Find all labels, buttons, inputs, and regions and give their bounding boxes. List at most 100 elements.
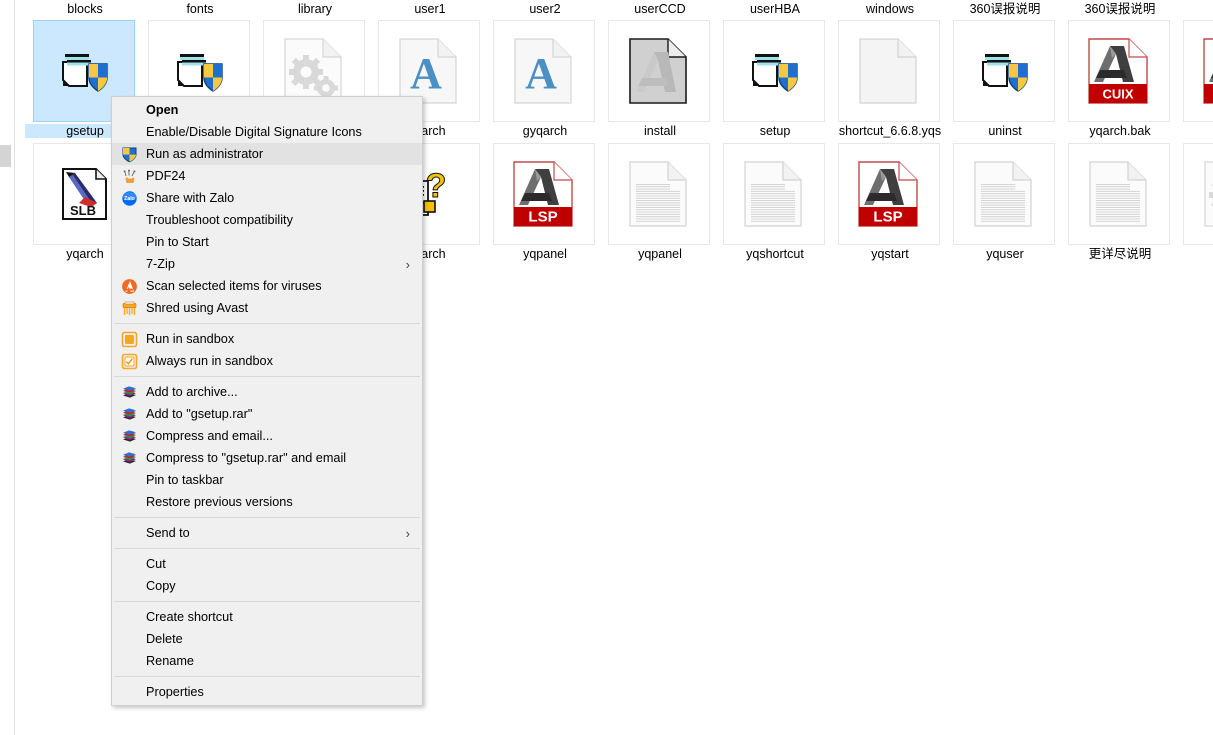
menu-item-icon-placeholder — [120, 630, 138, 648]
sandbox-icon — [120, 330, 138, 348]
menu-item[interactable]: Open — [112, 99, 422, 121]
file-tile-box[interactable] — [723, 143, 825, 245]
menu-item-icon-placeholder — [120, 652, 138, 670]
file-tile-box[interactable]: CUIX — [1068, 20, 1170, 122]
menu-item[interactable]: Run as administrator — [112, 143, 422, 165]
menu-item[interactable]: Always run in sandbox — [112, 350, 422, 372]
menu-item[interactable]: Run in sandbox — [112, 328, 422, 350]
lsp-icon: LSP — [854, 159, 924, 229]
menu-item-label: Cut — [146, 557, 166, 571]
menu-item-label: Delete — [146, 632, 183, 646]
submenu-chevron-icon: › — [405, 256, 410, 272]
file-label: user1 — [414, 2, 446, 16]
menu-item-icon-placeholder — [120, 577, 138, 595]
menu-separator — [114, 517, 420, 518]
autodesk-a-icon — [624, 36, 694, 106]
lsp-icon: LSP — [509, 159, 579, 229]
file-tile-box[interactable]: A — [493, 20, 595, 122]
file-tile-box[interactable] — [838, 20, 940, 122]
menu-item-label: Rename — [146, 654, 194, 668]
menu-item-label: Create shortcut — [146, 610, 233, 624]
svg-text:A: A — [525, 49, 557, 98]
menu-item[interactable]: Pin to Start — [112, 231, 422, 253]
menu-item[interactable]: Delete — [112, 628, 422, 650]
text-doc-icon — [624, 159, 694, 229]
menu-item-label: Add to archive... — [146, 385, 238, 399]
file-name: gyqarch — [522, 124, 568, 138]
menu-item-label: Compress and email... — [146, 429, 273, 443]
script-shield-icon — [739, 36, 809, 106]
menu-item-label: Troubleshoot compatibility — [146, 213, 293, 227]
menu-item[interactable]: Compress and email... — [112, 425, 422, 447]
menu-item[interactable]: Shred using Avast — [112, 297, 422, 319]
sandbox-check-icon — [120, 352, 138, 370]
slb-icon: SLB — [49, 159, 119, 229]
menu-item[interactable]: Send to › — [112, 522, 422, 544]
file-tile-box[interactable] — [953, 143, 1055, 245]
file-name: yqstart — [871, 247, 909, 261]
menu-item[interactable]: Properties — [112, 681, 422, 703]
menu-item-label: Enable/Disable Digital Signature Icons — [146, 125, 362, 139]
file-name: setup — [759, 124, 791, 138]
file-label: userHBA — [749, 2, 801, 16]
file-tile-box[interactable]: LSP — [493, 143, 595, 245]
file-tile-box[interactable]: LSP — [838, 143, 940, 245]
menu-item-icon-placeholder — [120, 471, 138, 489]
menu-item[interactable]: Zalo Share with Zalo — [112, 187, 422, 209]
file-tile-box[interactable] — [1183, 143, 1213, 245]
menu-item[interactable]: Restore previous versions — [112, 491, 422, 513]
menu-item[interactable]: 7-Zip › — [112, 253, 422, 275]
file-label: userCCD — [634, 2, 686, 16]
context-menu[interactable]: Open Enable/Disable Digital Signature Ico… — [111, 96, 423, 706]
menu-item[interactable]: Add to "gsetup.rar" — [112, 403, 422, 425]
file-name: yqpanel — [523, 247, 567, 261]
menu-item-icon-placeholder — [120, 608, 138, 626]
svg-text:?: ? — [426, 167, 447, 205]
winrar-icon — [120, 449, 138, 467]
menu-item-label: 7-Zip — [146, 257, 175, 271]
menu-item[interactable]: Troubleshoot compatibility — [112, 209, 422, 231]
menu-item[interactable]: Pin to taskbar — [112, 469, 422, 491]
menu-item-label: Pin to Start — [146, 235, 209, 249]
menu-item-label: Restore previous versions — [146, 495, 293, 509]
menu-separator — [114, 601, 420, 602]
menu-item-icon-placeholder — [120, 123, 138, 141]
menu-item[interactable]: PDF24 — [112, 165, 422, 187]
file-tile-box[interactable] — [608, 20, 710, 122]
script-shield-icon — [969, 36, 1039, 106]
file-tile-box[interactable] — [723, 20, 825, 122]
pdf24-icon — [120, 167, 138, 185]
file-tile-box[interactable] — [953, 20, 1055, 122]
menu-item[interactable]: Compress to "gsetup.rar" and email — [112, 447, 422, 469]
avast-icon — [120, 277, 138, 295]
menu-item[interactable]: Rename — [112, 650, 422, 672]
menu-item[interactable]: Copy — [112, 575, 422, 597]
svg-text:Zalo: Zalo — [124, 196, 135, 202]
text-doc-icon — [969, 159, 1039, 229]
menu-item[interactable]: Enable/Disable Digital Signature Icons — [112, 121, 422, 143]
text-doc-icon — [739, 159, 809, 229]
file-label: library — [297, 2, 333, 16]
menu-item-icon-placeholder — [120, 101, 138, 119]
file-label: fonts — [186, 2, 214, 16]
shredder-icon — [120, 299, 138, 317]
menu-item[interactable]: Create shortcut — [112, 606, 422, 628]
svg-text:A: A — [410, 49, 442, 98]
file-name: 源泉 程序 — [1175, 247, 1213, 275]
menu-item-label: Copy — [146, 579, 176, 593]
menu-item-label: Compress to "gsetup.rar" and email — [146, 451, 347, 465]
uac-shield-icon — [120, 145, 138, 163]
blank-doc-icon — [854, 36, 924, 106]
file-tile-box[interactable] — [608, 143, 710, 245]
file-tile-box[interactable] — [1068, 143, 1170, 245]
menu-item[interactable]: Cut — [112, 553, 422, 575]
menu-item-label: Scan selected items for viruses — [146, 279, 322, 293]
file-label: blocks — [67, 2, 103, 16]
file-name: yquser — [986, 247, 1024, 261]
menu-item[interactable]: Scan selected items for viruses — [112, 275, 422, 297]
file-tile-box[interactable]: CUIX — [1183, 20, 1213, 122]
menu-item[interactable]: Add to archive... — [112, 381, 422, 403]
menu-item-label: Shred using Avast — [146, 301, 249, 315]
file-name: shortcut_6.6.8.yqs — [838, 124, 942, 138]
winrar-icon — [120, 405, 138, 423]
